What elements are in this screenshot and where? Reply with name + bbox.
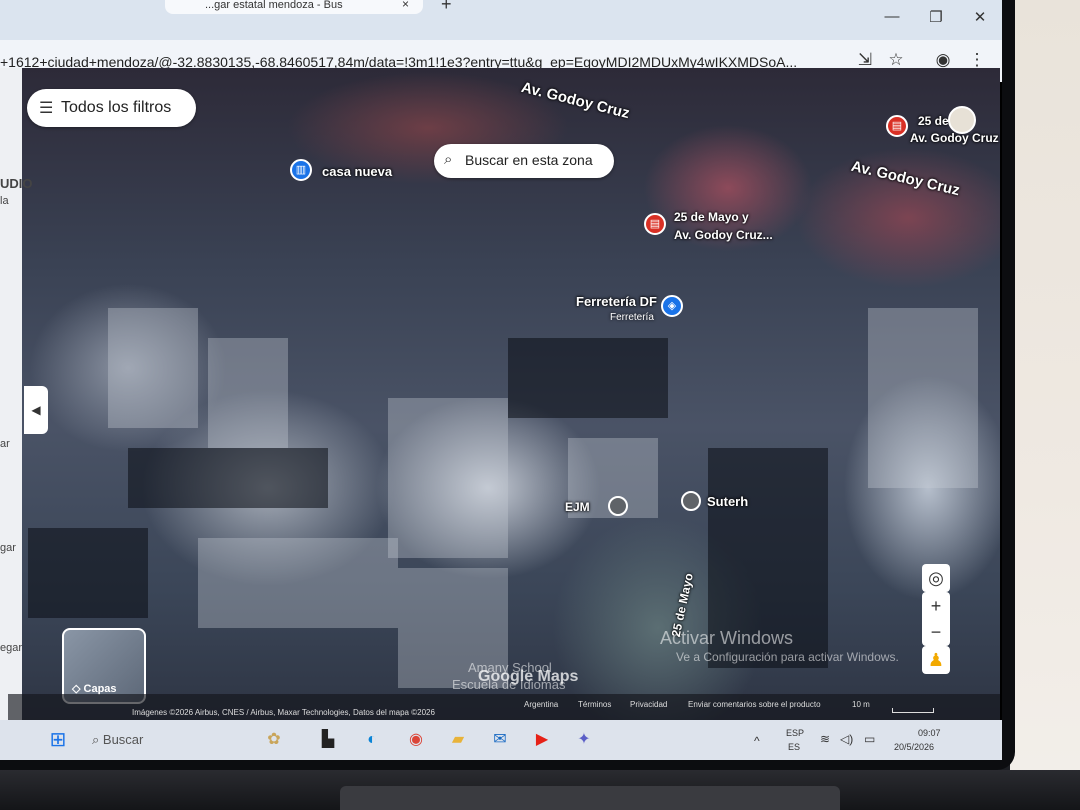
poi-ejm[interactable]: EJM (565, 500, 590, 514)
street-view-pegman-icon[interactable]: ♟ (922, 646, 950, 674)
windows-start-icon[interactable]: ⊞ (46, 728, 70, 752)
panel-fragment: egar (0, 642, 23, 654)
screen: ...gar estatal mendoza - Bus × + — ❐ ✕ +… (0, 0, 1002, 760)
language-indicator[interactable]: ESP (786, 728, 804, 738)
rooftop (198, 538, 398, 628)
panel-fragment: UDIO (0, 176, 33, 191)
menu-dots-icon[interactable]: ⋮ (966, 50, 988, 70)
zoom-in-button[interactable]: + (922, 592, 950, 620)
rooftop (108, 308, 198, 428)
poi-suterh[interactable]: Suterh (707, 494, 748, 509)
clock-date[interactable]: 20/5/2026 (894, 742, 934, 752)
task-view-icon[interactable]: ▙ (316, 728, 340, 752)
youtube-icon[interactable]: ▶ (530, 728, 554, 752)
rooftop (208, 338, 288, 448)
side-panel-edge: UDIO la ar gar egar (0, 68, 33, 720)
profile-icon[interactable]: ◉ (932, 50, 954, 70)
browser-tab[interactable]: ...gar estatal mendoza - Bus (165, 0, 423, 14)
all-filters-button[interactable]: ☰ Todos los filtros (27, 89, 196, 127)
search-this-area-label: Buscar en esta zona (465, 152, 593, 168)
google-maps-logo: Google Maps (478, 668, 579, 685)
place-icon[interactable] (608, 496, 628, 516)
country-label: Argentina (524, 700, 559, 709)
teams-icon[interactable]: ✦ (572, 728, 596, 752)
museum-icon[interactable]: ▥ (290, 159, 312, 181)
panel-fragment: ar (0, 438, 10, 450)
search-icon: ⌕ (444, 151, 453, 168)
panel-fragment: la (0, 195, 9, 207)
poi-bus-stop-label-2[interactable]: Av. Godoy Cruz (910, 131, 999, 145)
laptop-hinge (340, 786, 840, 810)
bus-stop-icon[interactable]: ▤ (644, 213, 666, 235)
outlook-icon[interactable]: ✉ (488, 728, 512, 752)
poi-casa-nueva[interactable]: casa nueva (322, 164, 392, 179)
poi-ferreteria[interactable]: Ferretería DF (576, 294, 657, 309)
edge-icon[interactable]: ◐ (360, 728, 384, 752)
shopping-bag-icon[interactable]: ◈ (661, 295, 683, 317)
imagery-credit: Imágenes ©2026 Airbus, CNES / Airbus, Ma… (132, 708, 435, 717)
taskbar-search[interactable]: ⌕ Buscar (92, 732, 143, 748)
rooftop (868, 308, 978, 488)
scale-label: 10 m (852, 700, 870, 709)
tab-bar: ...gar estatal mendoza - Bus × + — ❐ ✕ (0, 0, 1002, 40)
tune-icon: ☰ (39, 100, 54, 117)
building-shadow (28, 528, 148, 618)
map-attribution-bar: Imágenes ©2026 Airbus, CNES / Airbus, Ma… (8, 694, 1000, 720)
panel-fragment: gar (0, 542, 16, 554)
poi-bus-stop-label[interactable]: 25 de Mayo y (674, 210, 749, 224)
bookmark-star-icon[interactable]: ☆ (885, 50, 907, 70)
collapse-panel-button[interactable]: ◀ (24, 386, 48, 434)
minimize-button[interactable]: — (878, 8, 906, 25)
windows-taskbar: ⊞ ⌕ Buscar ✿ ▙ ◐ ◉ ▰ ✉ ▶ ✦ ^ ESP ES ≋ ◁)… (0, 720, 1002, 760)
my-location-icon[interactable]: ◎ (922, 564, 950, 592)
building-shadow (128, 448, 328, 508)
tab-title: ...gar estatal mendoza - Bus (205, 0, 343, 11)
close-window-button[interactable]: ✕ (966, 8, 994, 26)
layers-button[interactable]: ◇ Capas (62, 628, 146, 704)
activate-windows-text: Ve a Configuración para activar Windows. (676, 650, 899, 664)
new-tab-button[interactable]: + (441, 0, 452, 15)
install-app-icon[interactable]: ⇲ (854, 50, 876, 70)
scale-bar (892, 708, 934, 713)
battery-icon[interactable]: ▭ (864, 732, 875, 746)
feedback-link[interactable]: Enviar comentarios sobre el producto (688, 700, 821, 709)
tray-overflow-icon[interactable]: ^ (754, 734, 760, 748)
wifi-icon[interactable]: ≋ (820, 732, 830, 746)
clock-time[interactable]: 09:07 (918, 728, 941, 738)
terms-link[interactable]: Términos (578, 700, 611, 709)
keyboard-layout[interactable]: ES (788, 742, 800, 752)
poi-bus-stop-label-2[interactable]: Av. Godoy Cruz... (674, 228, 773, 242)
search-this-area-button[interactable]: ⌕ Buscar en esta zona (434, 144, 614, 178)
poi-ferreteria-category: Ferretería (610, 312, 654, 323)
bus-stop-icon[interactable]: ▤ (886, 115, 908, 137)
all-filters-label: Todos los filtros (61, 99, 172, 116)
zoom-out-button[interactable]: − (922, 618, 950, 646)
place-icon[interactable] (681, 491, 701, 511)
privacy-link[interactable]: Privacidad (630, 700, 667, 709)
rooftop (388, 398, 508, 558)
maximize-button[interactable]: ❐ (922, 8, 950, 26)
chrome-icon[interactable]: ◉ (404, 728, 428, 752)
building-shadow (508, 338, 668, 418)
activate-windows-title: Activar Windows (660, 628, 794, 648)
widgets-icon[interactable]: ✿ (262, 728, 286, 752)
file-explorer-icon[interactable]: ▰ (446, 728, 470, 752)
user-avatar[interactable] (948, 106, 976, 134)
volume-icon[interactable]: ◁) (840, 732, 853, 746)
tab-close-icon[interactable]: × (402, 0, 409, 11)
desk-background (1010, 0, 1080, 810)
